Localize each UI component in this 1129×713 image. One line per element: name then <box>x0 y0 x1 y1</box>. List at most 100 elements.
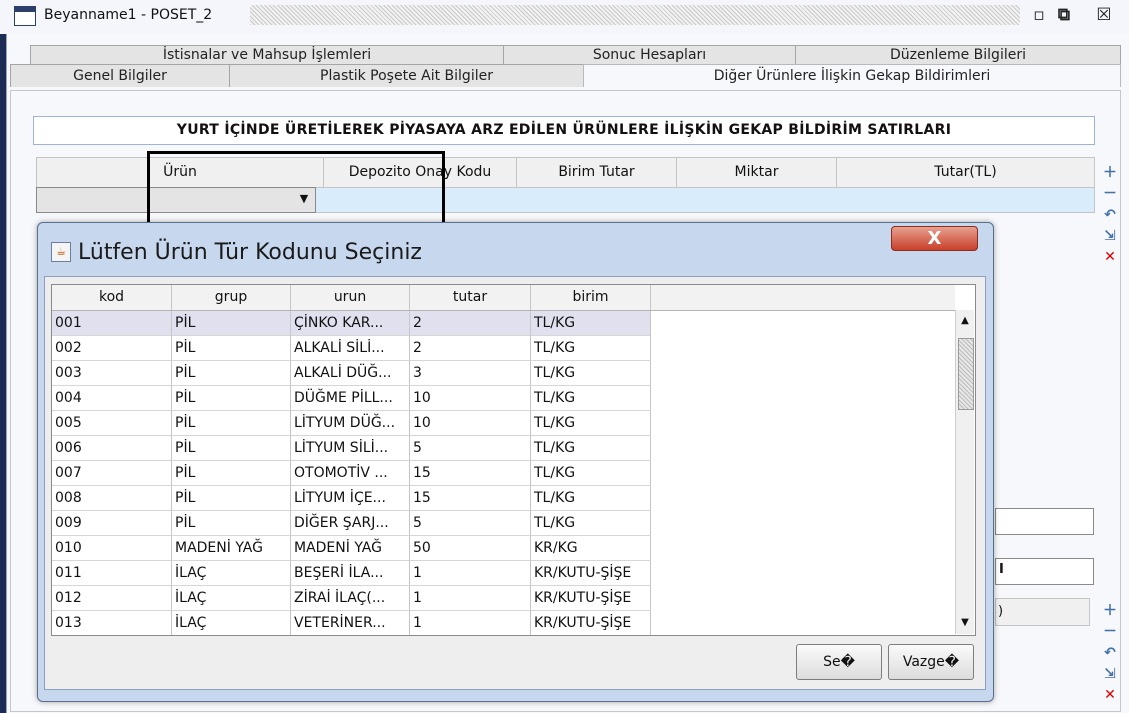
cell-urun: VETERİNER... <box>291 611 410 635</box>
cell-grup: İLAÇ <box>172 611 291 635</box>
delete-icon[interactable]: ✕ <box>1102 687 1118 703</box>
maximize-icon[interactable]: ⧉ <box>1053 4 1075 26</box>
tab-duzenleme-bilgileri[interactable]: Düzenleme Bilgileri <box>795 45 1121 64</box>
select-button[interactable]: Se� <box>796 644 882 680</box>
cell-kod: 006 <box>52 436 172 461</box>
cell-tutar: 5 <box>410 511 531 536</box>
cell-urun: BEŞERİ İLA... <box>291 561 410 586</box>
cell-grup: PİL <box>172 436 291 461</box>
tab-istisnalar[interactable]: İstisnalar ve Mahsup İşlemleri <box>30 45 504 64</box>
cell-grup: MADENİ YAĞ <box>172 536 291 561</box>
table-row[interactable]: 005 PİL LİTYUM DÜĞ... 10 TL/KG <box>52 411 651 436</box>
column-header-miktar[interactable]: Miktar <box>676 157 837 188</box>
background-label-box: I <box>995 558 1094 585</box>
table-row[interactable]: 007 PİL OTOMOTİV ... 15 TL/KG <box>52 461 651 486</box>
cancel-button[interactable]: Vazge� <box>888 644 974 680</box>
cell-urun: ALKALİ DÜĞ... <box>291 361 410 386</box>
dialog-close-button[interactable]: X <box>891 226 978 251</box>
cell-grup: PİL <box>172 386 291 411</box>
table-row[interactable]: 003 PİL ALKALİ DÜĞ... 3 TL/KG <box>52 361 651 386</box>
table-row[interactable]: 009 PİL DİĞER ŞARJ... 5 TL/KG <box>52 511 651 536</box>
grid-header: kod grup urun tutar birim <box>52 285 955 311</box>
cell-tutar: 50 <box>410 536 531 561</box>
table-row[interactable]: 011 İLAÇ BEŞERİ İLA... 1 KR/KUTU-ŞİŞE <box>52 561 651 586</box>
scroll-thumb[interactable] <box>958 338 974 410</box>
cell-grup: PİL <box>172 311 291 336</box>
cell-kod: 002 <box>52 336 172 361</box>
delete-icon[interactable]: ✕ <box>1102 249 1118 265</box>
minus-icon[interactable]: － <box>1102 624 1118 640</box>
cell-grup: İLAÇ <box>172 561 291 586</box>
grid-scrollbar[interactable]: ▲ ▼ <box>955 310 974 634</box>
cell-birim: TL/KG <box>531 411 651 436</box>
tab-plastik-poset[interactable]: Plastik Poşete Ait Bilgiler <box>229 64 584 87</box>
background-field[interactable] <box>995 508 1094 535</box>
tab-sonuc-hesaplari[interactable]: Sonuc Hesapları <box>503 45 796 64</box>
cell-grup: PİL <box>172 411 291 436</box>
cell-kod: 005 <box>52 411 172 436</box>
table-row[interactable]: 013 İLAÇ VETERİNER... 1 KR/KUTU-ŞİŞE <box>52 611 651 635</box>
cell-tutar: 15 <box>410 461 531 486</box>
restore-icon[interactable]: ▫ <box>1028 4 1050 26</box>
tab-genel-bilgiler[interactable]: Genel Bilgiler <box>10 64 230 87</box>
cell-kod: 008 <box>52 486 172 511</box>
cell-kod: 009 <box>52 511 172 536</box>
cell-kod: 010 <box>52 536 172 561</box>
title-bar: Beyanname1 - POSET_2 ▫ ⧉ ☒ <box>0 0 1129 35</box>
grid-header-tutar[interactable]: tutar <box>410 285 531 310</box>
cell-kod: 012 <box>52 586 172 611</box>
cell-tutar: 10 <box>410 386 531 411</box>
cell-urun: MADENİ YAĞ <box>291 536 410 561</box>
cell-birim: KR/KG <box>531 536 651 561</box>
background-partial-header: ) <box>998 604 1004 619</box>
column-header-birim-tutar[interactable]: Birim Tutar <box>516 157 677 188</box>
minus-icon[interactable]: － <box>1102 186 1118 202</box>
cell-birim: TL/KG <box>531 386 651 411</box>
background-table-header: ) <box>995 598 1090 626</box>
tab-diger-urunler[interactable]: Diğer Ürünlere İlişkin Gekap Bildirimler… <box>583 64 1121 87</box>
cell-urun: ZİRAİ İLAÇ(... <box>291 586 410 611</box>
cell-urun: LİTYUM SİLİ... <box>291 436 410 461</box>
table-row[interactable]: 001 PİL ÇİNKO KAR... 2 TL/KG <box>52 311 651 336</box>
table-row[interactable]: 006 PİL LİTYUM SİLİ... 5 TL/KG <box>52 436 651 461</box>
window-title: Beyanname1 - POSET_2 <box>44 7 213 23</box>
cell-urun: LİTYUM DÜĞ... <box>291 411 410 436</box>
cell-birim: KR/KUTU-ŞİŞE <box>531 586 651 611</box>
cell-tutar: 1 <box>410 586 531 611</box>
undo-icon[interactable]: ↶ <box>1102 645 1118 661</box>
cell-grup: PİL <box>172 486 291 511</box>
cell-urun: DÜĞME PİLL... <box>291 386 410 411</box>
export-icon[interactable]: ⇲ <box>1102 666 1118 682</box>
title-bar-drag-area[interactable] <box>250 5 1020 25</box>
cell-kod: 004 <box>52 386 172 411</box>
scroll-up-icon[interactable]: ▲ <box>956 312 974 330</box>
table-row[interactable]: 004 PİL DÜĞME PİLL... 10 TL/KG <box>52 386 651 411</box>
table-row[interactable]: 008 PİL LİTYUM İÇE... 15 TL/KG <box>52 486 651 511</box>
table-row[interactable]: 010 MADENİ YAĞ MADENİ YAĞ 50 KR/KG <box>52 536 651 561</box>
undo-icon[interactable]: ↶ <box>1102 207 1118 223</box>
table-row[interactable]: 012 İLAÇ ZİRAİ İLAÇ(... 1 KR/KUTU-ŞİŞE <box>52 586 651 611</box>
grid-header-grup[interactable]: grup <box>172 285 291 310</box>
plus-icon[interactable]: ＋ <box>1102 603 1118 619</box>
grid-header-kod[interactable]: kod <box>52 285 172 310</box>
close-window-icon[interactable]: ☒ <box>1093 4 1115 26</box>
export-icon[interactable]: ⇲ <box>1102 228 1118 244</box>
cell-urun: ALKALİ SİLİ... <box>291 336 410 361</box>
dialog-title: Lütfen Ürün Tür Kodunu Seçiniz <box>78 240 422 265</box>
cell-tutar: 5 <box>410 436 531 461</box>
cell-grup: PİL <box>172 336 291 361</box>
cell-tutar: 2 <box>410 336 531 361</box>
highlight-box <box>147 151 445 226</box>
cell-birim: TL/KG <box>531 511 651 536</box>
table-row[interactable]: 002 PİL ALKALİ SİLİ... 2 TL/KG <box>52 336 651 361</box>
plus-icon[interactable]: ＋ <box>1102 165 1118 181</box>
grid-header-urun[interactable]: urun <box>291 285 410 310</box>
cell-tutar: 3 <box>410 361 531 386</box>
java-app-icon: ☕ <box>51 242 71 262</box>
grid-header-birim[interactable]: birim <box>531 285 651 310</box>
product-grid: kod grup urun tutar birim 001 PİL ÇİNKO KA… <box>51 284 976 636</box>
scroll-down-icon[interactable]: ▼ <box>956 614 974 632</box>
column-header-tutar[interactable]: Tutar(TL) <box>836 157 1095 188</box>
cell-grup: PİL <box>172 361 291 386</box>
cell-tutar: 15 <box>410 486 531 511</box>
